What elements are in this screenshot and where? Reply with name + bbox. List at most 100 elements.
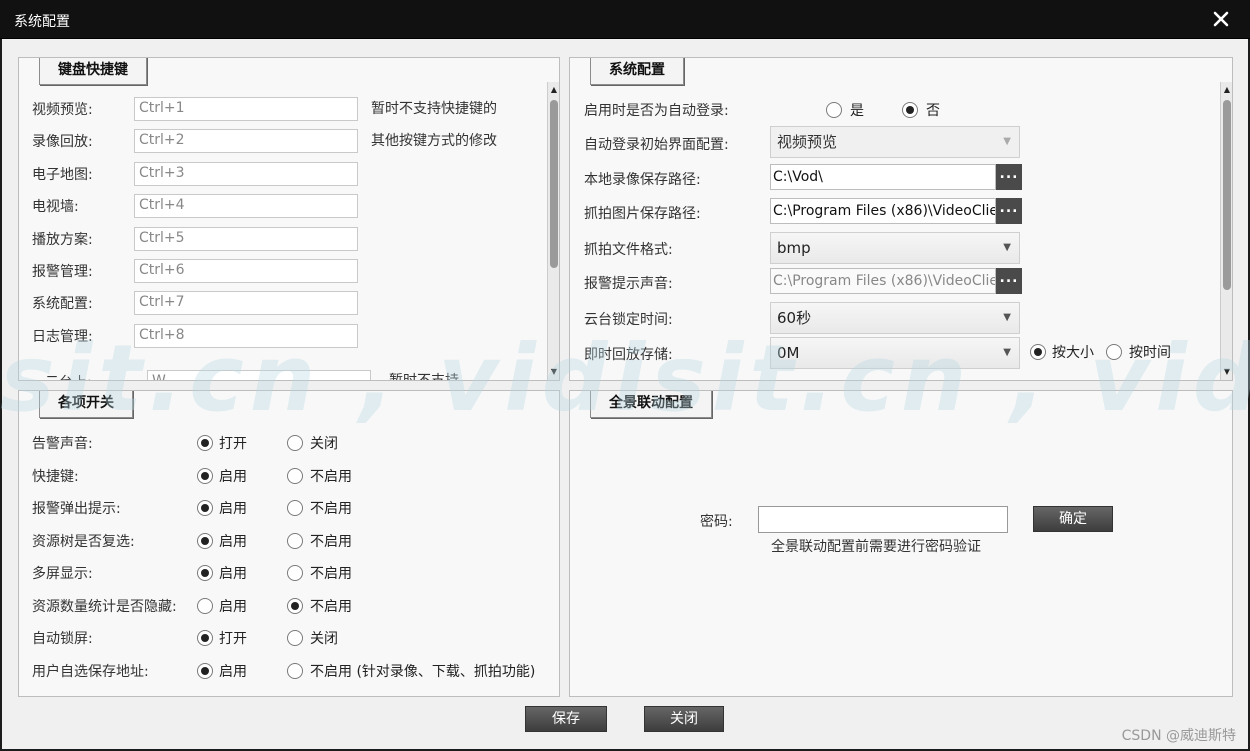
init-view-label: 自动登录初始界面配置: (584, 137, 729, 153)
init-view-select[interactable]: 视频预览 ▼ (770, 126, 1020, 158)
instant-playback-select[interactable]: 0M ▼ (770, 337, 1020, 369)
dialog-body: 键盘快捷键 视频预览: Ctrl+1 录像回放: Ctrl+2 电子地图: Ctrl+3 电… (2, 39, 1248, 749)
switch-option-1-radio[interactable] (197, 663, 213, 679)
record-path-browse-button[interactable]: ... (996, 164, 1022, 190)
confirm-button[interactable]: 确定 (1033, 506, 1113, 532)
shortcut-label: 系统配置: (32, 296, 93, 312)
switch-option-1-label: 启用 (219, 469, 247, 485)
switch-option-2-radio[interactable] (287, 435, 303, 451)
snapshot-format-select[interactable]: bmp ▼ (770, 232, 1020, 264)
shortcut-input[interactable]: Ctrl+5 (134, 227, 358, 251)
switch-label: 多屏显示: (32, 566, 93, 582)
switch-label: 自动锁屏: (32, 631, 93, 647)
shortcut-label: 云台上: (45, 372, 92, 380)
switches-panel: 各项开关 告警声音: 打开 关闭 快捷键: 启用 不启用 报警弹出提示: 启用 不启用 资源树是否… (18, 390, 560, 697)
system-config-scrollbar[interactable]: ▲ ▼ (1220, 82, 1232, 380)
switch-option-1-radio[interactable] (197, 435, 213, 451)
switch-option-1-label: 启用 (219, 664, 247, 680)
system-config-tab[interactable]: 系统配置 (590, 58, 684, 85)
by-size-label: 按大小 (1052, 345, 1094, 361)
alarm-sound-input[interactable]: C:\Program Files (x86)\VideoClien (770, 268, 996, 294)
shortcut-input[interactable]: Ctrl+2 (134, 129, 358, 153)
by-time-label: 按时间 (1129, 345, 1171, 361)
shortcut-label: 视频预览: (32, 102, 93, 118)
scrollbar-thumb[interactable] (1223, 100, 1231, 290)
switch-option-2-radio[interactable] (287, 630, 303, 646)
switch-option-2-label: 关闭 (310, 436, 338, 452)
password-label: 密码: (700, 514, 733, 530)
chevron-down-icon: ▼ (1003, 347, 1011, 358)
instant-playback-value: 0M (777, 344, 800, 362)
chevron-down-icon: ▼ (1003, 242, 1011, 253)
shortcut-input[interactable]: Ctrl+6 (134, 259, 358, 283)
ptz-lock-value: 60秒 (777, 309, 812, 327)
alarm-sound-label: 报警提示声音: (584, 276, 673, 292)
switch-label: 资源数量统计是否隐藏: (32, 599, 177, 615)
switch-label: 资源树是否复选: (32, 534, 135, 550)
shortcuts-panel: 键盘快捷键 视频预览: Ctrl+1 录像回放: Ctrl+2 电子地图: Ctrl+3 电… (18, 57, 560, 381)
switch-label: 快捷键: (32, 469, 79, 485)
title-bar: 系统配置 (0, 0, 1250, 39)
panorama-panel: 全景联动配置 密码: 确定 全景联动配置前需要进行密码验证 (569, 390, 1233, 697)
switch-option-1-label: 启用 (219, 566, 247, 582)
switches-tab[interactable]: 各项开关 (39, 391, 133, 418)
by-size-radio[interactable] (1030, 344, 1046, 360)
switch-option-2-label: 不启用 (310, 599, 352, 615)
shortcut-input[interactable]: Ctrl+1 (134, 97, 358, 121)
switch-label: 告警声音: (32, 436, 93, 452)
panorama-tab[interactable]: 全景联动配置 (590, 391, 712, 418)
auto-login-no-label: 否 (926, 103, 940, 119)
save-button[interactable]: 保存 (525, 706, 607, 732)
shortcut-label: 播放方案: (32, 232, 93, 248)
switch-option-2-radio[interactable] (287, 533, 303, 549)
switch-option-1-radio[interactable] (197, 565, 213, 581)
snapshot-format-value: bmp (777, 239, 811, 257)
switch-option-1-radio[interactable] (197, 468, 213, 484)
shortcut-input[interactable]: Ctrl+3 (134, 162, 358, 186)
shortcut-input[interactable]: Ctrl+4 (134, 194, 358, 218)
switch-option-2-radio[interactable] (287, 500, 303, 516)
switch-label: 用户自选保存地址: (32, 664, 149, 680)
snapshot-format-label: 抓拍文件格式: (584, 242, 673, 258)
shortcut-label: 录像回放: (32, 134, 93, 150)
switch-option-1-radio[interactable] (197, 500, 213, 516)
by-time-radio[interactable] (1106, 344, 1122, 360)
close-button[interactable]: 关闭 (644, 706, 724, 732)
instant-playback-label: 即时回放存储: (584, 347, 673, 363)
switch-option-2-radio[interactable] (287, 468, 303, 484)
chevron-down-icon: ▼ (1003, 136, 1011, 147)
switch-option-1-label: 打开 (219, 436, 247, 452)
switch-option-2-label: 不启用 (310, 566, 352, 582)
ptz-lock-label: 云台锁定时间: (584, 312, 673, 328)
scrollbar-thumb[interactable] (550, 100, 558, 268)
shortcut-input[interactable]: Ctrl+7 (134, 291, 358, 315)
snapshot-path-input[interactable]: C:\Program Files (x86)\VideoClien (770, 198, 996, 224)
switch-option-2-radio[interactable] (287, 663, 303, 679)
auto-login-no-radio[interactable] (902, 102, 918, 118)
csdn-watermark: CSDN @威迪斯特 (1121, 728, 1236, 744)
shortcut-input[interactable]: W (147, 370, 371, 380)
snapshot-path-browse-button[interactable]: ... (996, 198, 1022, 224)
switch-option-1-radio[interactable] (197, 598, 213, 614)
ptz-lock-select[interactable]: 60秒 ▼ (770, 302, 1020, 334)
password-hint: 全景联动配置前需要进行密码验证 (771, 539, 981, 555)
record-path-label: 本地录像保存路径: (584, 172, 701, 188)
shortcuts-tab[interactable]: 键盘快捷键 (39, 58, 147, 85)
alarm-sound-browse-button[interactable]: ... (996, 268, 1022, 294)
switch-option-1-radio[interactable] (197, 533, 213, 549)
snapshot-path-label: 抓拍图片保存路径: (584, 206, 701, 222)
switch-option-1-radio[interactable] (197, 630, 213, 646)
init-view-value: 视频预览 (777, 133, 838, 151)
auto-login-yes-label: 是 (850, 103, 864, 119)
switch-option-2-radio[interactable] (287, 565, 303, 581)
switch-option-1-label: 启用 (219, 501, 247, 517)
window-title: 系统配置 (14, 14, 70, 30)
auto-login-yes-radio[interactable] (826, 102, 842, 118)
close-icon[interactable] (1210, 8, 1232, 30)
record-path-input[interactable]: C:\Vod\ (770, 164, 996, 190)
password-input[interactable] (758, 506, 1008, 533)
shortcuts-scrollbar[interactable]: ▲ ▼ (547, 82, 559, 380)
switch-option-2-radio[interactable] (287, 598, 303, 614)
switch-label: 报警弹出提示: (32, 501, 121, 517)
shortcut-input[interactable]: Ctrl+8 (134, 324, 358, 348)
